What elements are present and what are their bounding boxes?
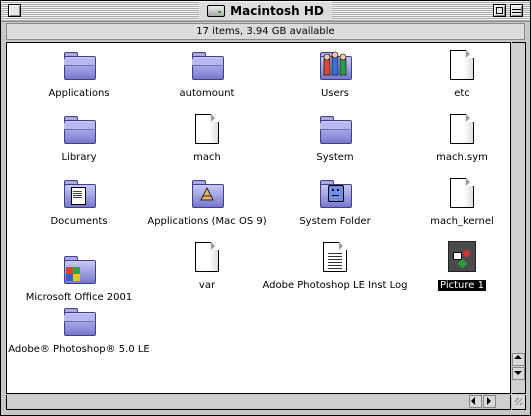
info-bar: 17 items, 3.94 GB available — [6, 23, 525, 40]
window-title: Macintosh HD — [199, 2, 332, 20]
file-item-mach-kernel[interactable]: mach_kernel — [382, 177, 510, 228]
item-label: System — [316, 152, 354, 163]
item-label: mach.sym — [436, 152, 488, 163]
applications-folder-icon — [191, 177, 224, 209]
arrow-down-icon — [514, 371, 522, 379]
title-wrap: Macintosh HD — [1, 2, 530, 21]
item-label: etc — [454, 88, 470, 99]
zoom-box[interactable] — [493, 4, 506, 17]
item-label: mach_kernel — [430, 216, 494, 227]
system-folder-icon — [319, 177, 352, 209]
arrow-up-icon — [514, 351, 522, 359]
picture-document-icon — [446, 241, 478, 273]
scroll-down-button[interactable] — [512, 367, 525, 380]
item-label: System Folder — [299, 216, 371, 227]
collapse-box[interactable] — [510, 4, 523, 17]
hard-disk-icon — [207, 5, 226, 17]
item-label: var — [198, 280, 216, 291]
document-icon — [191, 113, 223, 145]
folder-icon — [63, 113, 96, 145]
file-item-mach-sym[interactable]: mach.sym — [382, 113, 510, 164]
file-item-etc[interactable]: etc — [382, 49, 510, 100]
item-label: Applications (Mac OS 9) — [147, 216, 267, 227]
horizontal-scrollbar[interactable] — [6, 395, 511, 410]
scroll-left-button[interactable] — [469, 395, 482, 408]
arrow-right-icon — [487, 397, 495, 405]
users-folder-icon — [319, 49, 352, 81]
document-icon — [446, 177, 478, 209]
item-label: automount — [179, 88, 235, 99]
title-bar[interactable]: Macintosh HD — [1, 1, 530, 22]
office-folder-icon — [63, 253, 96, 285]
documents-folder-icon — [63, 177, 96, 209]
item-label: Picture 1 — [438, 280, 486, 291]
item-label: Library — [61, 152, 97, 163]
item-label: Users — [320, 88, 349, 99]
file-item-picture-1[interactable]: Picture 1 — [382, 241, 510, 292]
arrow-left-icon — [467, 397, 475, 405]
file-item-adobe-photoshop-5-le[interactable]: Adobe® Photoshop® 5.0 LE — [7, 305, 159, 356]
item-label: Adobe® Photoshop® 5.0 LE — [8, 344, 150, 355]
item-label: Applications — [48, 88, 110, 99]
window-title-text: Macintosh HD — [230, 4, 324, 18]
folder-icon — [63, 305, 96, 337]
item-label: mach — [193, 152, 221, 163]
text-document-icon — [319, 241, 351, 273]
finder-window: Macintosh HD 17 items, 3.94 GB available… — [0, 0, 531, 416]
folder-icon — [319, 113, 352, 145]
item-label: Microsoft Office 2001 — [25, 292, 133, 303]
resize-grow-box[interactable] — [512, 395, 526, 410]
scroll-up-button[interactable] — [512, 353, 525, 366]
scroll-right-button[interactable] — [483, 395, 496, 408]
folder-icon — [191, 49, 224, 81]
folder-icon — [63, 49, 96, 81]
item-label: Documents — [50, 216, 108, 227]
document-icon — [191, 241, 223, 273]
vertical-scrollbar[interactable] — [512, 42, 526, 394]
icon-view[interactable]: Applications automount Users etc Library… — [6, 42, 511, 394]
document-icon — [446, 49, 478, 81]
document-icon — [446, 113, 478, 145]
